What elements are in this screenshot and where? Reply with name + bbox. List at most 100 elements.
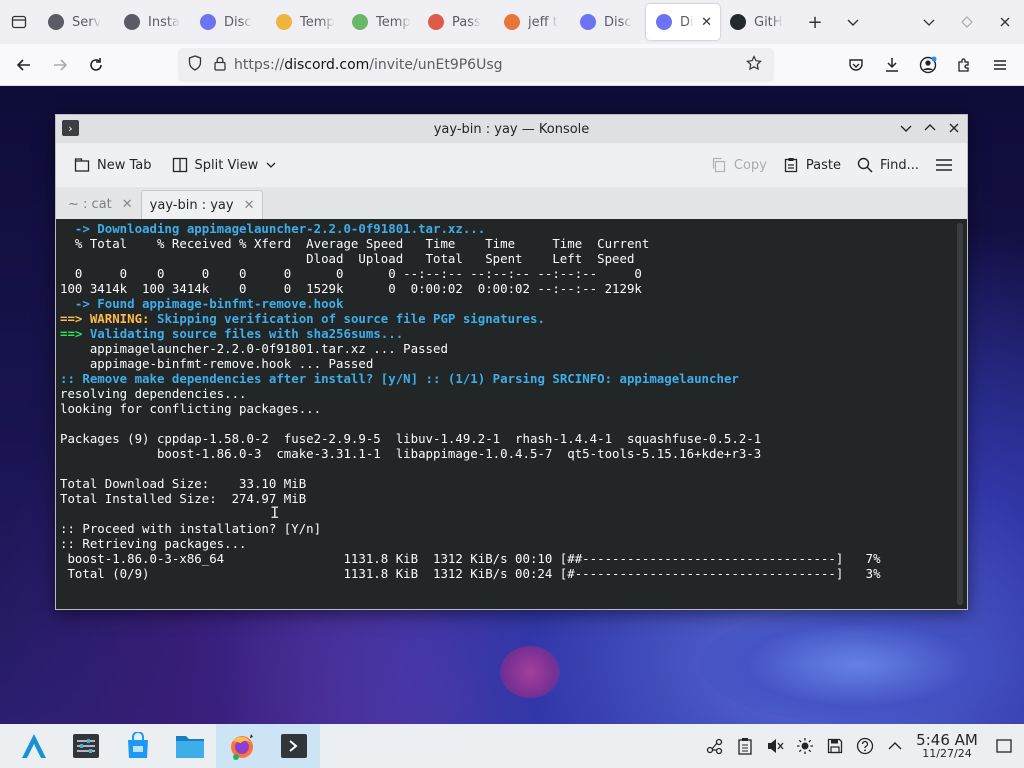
taskbar-firefox[interactable] bbox=[216, 724, 268, 768]
terminal-text: ==> bbox=[60, 311, 90, 326]
konsole-app-icon[interactable]: › bbox=[62, 120, 79, 136]
browser-tab[interactable]: Temp bbox=[342, 4, 418, 40]
terminal-text: Packages (9) cppdap-1.58.0-2 fuse2-2.9.9… bbox=[60, 431, 762, 446]
github-icon bbox=[730, 14, 746, 30]
split-view-button[interactable]: Split View bbox=[166, 149, 284, 181]
close-icon[interactable]: ✕ bbox=[244, 198, 255, 213]
browser-tab-label: Disc bbox=[604, 14, 632, 30]
terminal-scrollbar[interactable] bbox=[957, 223, 963, 605]
forward-button[interactable] bbox=[42, 49, 78, 81]
pocket-button[interactable] bbox=[838, 49, 874, 81]
back-button[interactable] bbox=[6, 49, 42, 81]
lock-icon[interactable] bbox=[214, 56, 226, 75]
tray-storage[interactable] bbox=[820, 724, 850, 768]
taskbar-konsole[interactable] bbox=[268, 724, 320, 768]
browser-tab-label: jeff t bbox=[528, 14, 558, 30]
terminal-text: WARNING: bbox=[89, 311, 150, 326]
taskbar: 5:46 AM 11/27/24 bbox=[0, 724, 1024, 768]
close-icon[interactable]: ✕ bbox=[122, 197, 133, 212]
arrow-right-icon bbox=[54, 58, 68, 71]
konsole-title-bar[interactable]: › yay-bin : yay — Konsole bbox=[56, 115, 967, 143]
url-prefix: https:// bbox=[234, 57, 285, 73]
account-icon bbox=[919, 56, 937, 74]
browser-tab[interactable]: Di ✕ bbox=[646, 4, 720, 40]
close-window-button[interactable] bbox=[945, 119, 963, 137]
terminal-line: appimagelauncher-2.2.0-0f91801.tar.xz ..… bbox=[60, 341, 881, 356]
konsole-tab-cat[interactable]: ~ : cat ✕ bbox=[60, 190, 141, 219]
url-text[interactable]: https://discord.com/invite/unEt9P6Usg bbox=[234, 57, 503, 73]
clock[interactable]: 5:46 AM 11/27/24 bbox=[910, 732, 984, 761]
menu-button[interactable] bbox=[982, 49, 1018, 81]
terminal-output[interactable]: -> Downloading appimagelauncher-2.2.0-0f… bbox=[56, 219, 967, 609]
taskbar-discover[interactable] bbox=[112, 724, 164, 768]
close-icon[interactable]: ✕ bbox=[701, 15, 712, 30]
chevron-down-icon bbox=[923, 19, 935, 26]
account-button[interactable] bbox=[910, 49, 946, 81]
jeff-icon bbox=[504, 14, 520, 30]
downloads-button[interactable] bbox=[874, 49, 910, 81]
close-browser-button[interactable] bbox=[986, 4, 1024, 40]
rabbit-icon bbox=[428, 14, 444, 30]
browser-tab[interactable]: Insta bbox=[114, 4, 190, 40]
browser-tab[interactable]: Serv bbox=[38, 4, 114, 40]
find-button[interactable]: Find... bbox=[851, 149, 925, 181]
terminal-line: :: Proceed with installation? [Y/n] bbox=[60, 521, 881, 536]
extensions-button[interactable] bbox=[946, 49, 982, 81]
browser-tab[interactable]: Temp bbox=[266, 4, 342, 40]
discord-icon bbox=[656, 14, 672, 30]
chevron-up-icon bbox=[924, 124, 936, 131]
maximize-browser-button[interactable] bbox=[948, 4, 986, 40]
terminal-line: Total Installed Size: 274.97 MiB bbox=[60, 491, 881, 506]
tray-expand[interactable] bbox=[880, 724, 910, 768]
show-desktop-button[interactable] bbox=[984, 724, 1024, 768]
konsole-tab-yay[interactable]: yay-bin : yay ✕ bbox=[140, 190, 264, 219]
browser-tab-label: GitH bbox=[754, 14, 783, 30]
terminal-text: -> Downloading appimagelauncher-2.2.0-0f… bbox=[60, 221, 486, 236]
terminal-text: Total (0/9) 1131.8 KiB 1312 KiB/s 00:24 … bbox=[60, 566, 881, 581]
system-tray: 5:46 AM 11/27/24 bbox=[700, 724, 1024, 768]
url-domain: discord.com bbox=[284, 57, 370, 73]
split-view-label: Split View bbox=[194, 157, 259, 173]
new-tab-button[interactable]: New Tab bbox=[68, 149, 158, 181]
terminal-line: 0 0 0 0 0 0 0 0 --:--:-- --:--:-- --:--:… bbox=[60, 266, 881, 281]
terminal-line: boost-1.86.0-3-x86_64 1131.8 KiB 1312 Ki… bbox=[60, 551, 880, 566]
tray-kde-connect[interactable] bbox=[700, 724, 730, 768]
browser-tab[interactable]: jeff t bbox=[494, 4, 570, 40]
taskbar-settings[interactable] bbox=[60, 724, 112, 768]
konsole-menu-button[interactable] bbox=[929, 149, 959, 181]
new-tab-button[interactable]: + bbox=[796, 4, 834, 40]
terminal-line: Total Download Size: 33.10 MiB bbox=[60, 476, 881, 491]
tray-brightness[interactable] bbox=[790, 724, 820, 768]
url-bar[interactable]: https://discord.com/invite/unEt9P6Usg bbox=[178, 48, 774, 82]
close-icon bbox=[949, 123, 959, 133]
browser-tab[interactable]: Pass bbox=[418, 4, 494, 40]
terminal-text: boost-1.86.0-3 cmake-3.31.1-1 libappimag… bbox=[60, 446, 762, 461]
new-tab-label: New Tab bbox=[97, 157, 152, 173]
minimize-browser-button[interactable] bbox=[910, 4, 948, 40]
maximize-window-button[interactable] bbox=[921, 119, 939, 137]
tray-clipboard[interactable] bbox=[730, 724, 760, 768]
reload-button[interactable] bbox=[78, 49, 114, 81]
copy-button[interactable]: Copy bbox=[705, 149, 773, 181]
bookmark-star-icon[interactable] bbox=[746, 55, 762, 75]
minimize-window-button[interactable] bbox=[897, 119, 915, 137]
terminal-text: :: Retrieving packages... bbox=[60, 536, 247, 551]
app-launcher-icon bbox=[22, 734, 46, 758]
paste-button[interactable]: Paste bbox=[777, 149, 847, 181]
shield-icon[interactable] bbox=[188, 55, 202, 75]
browser-tab[interactable]: Disc bbox=[190, 4, 266, 40]
tray-volume[interactable] bbox=[760, 724, 790, 768]
browser-tab[interactable]: GitH bbox=[720, 4, 796, 40]
tray-help[interactable] bbox=[850, 724, 880, 768]
app-launcher-button[interactable] bbox=[8, 724, 60, 768]
reload-icon bbox=[90, 57, 102, 71]
browser-tab-label: Insta bbox=[148, 14, 180, 30]
tab-overflow-button[interactable] bbox=[834, 4, 872, 40]
window-title: yay-bin : yay — Konsole bbox=[433, 121, 590, 137]
taskbar-files[interactable] bbox=[164, 724, 216, 768]
list-all-tabs-button[interactable] bbox=[0, 0, 38, 44]
paste-icon bbox=[784, 158, 798, 173]
desktop-icon bbox=[996, 739, 1012, 753]
browser-tab-label: Temp bbox=[300, 14, 335, 30]
browser-tab[interactable]: Disc bbox=[570, 4, 646, 40]
